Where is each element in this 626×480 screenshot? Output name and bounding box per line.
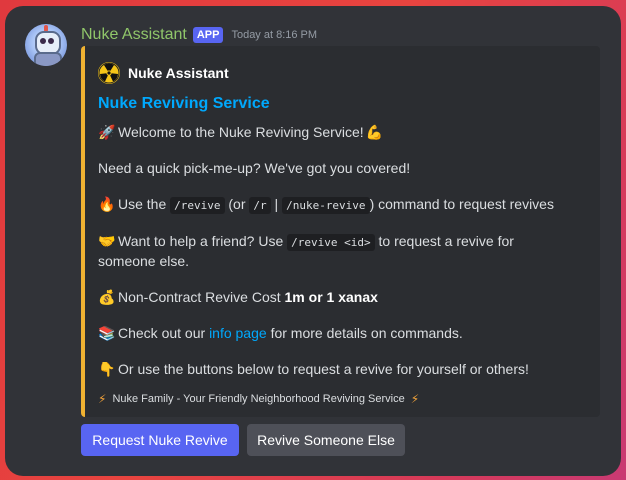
avatar-robot-body <box>34 52 62 66</box>
pointing-down-icon: 👇 <box>98 361 116 377</box>
lightning-icon: ⚡ <box>410 392 420 406</box>
info-suffix-text: for more details on commands. <box>270 325 463 341</box>
pickup-text: Need a quick pick-me-up? We've got you c… <box>98 160 411 176</box>
message-header: Nuke Assistant APP Today at 8:16 PM <box>81 24 317 46</box>
app-badge: APP <box>192 27 224 43</box>
pickup-line: Need a quick pick-me-up? We've got you c… <box>98 159 586 178</box>
buttons-hint-text: Or use the buttons below to request a re… <box>118 361 529 377</box>
use-suffix-text: ) command to request revives <box>369 196 554 212</box>
radioactive-icon <box>98 62 120 84</box>
pipe-separator: | <box>274 196 279 212</box>
books-icon: 📚 <box>98 325 116 341</box>
help-line: 🤝 Want to help a friend? Use /revive <id>… <box>98 232 573 271</box>
revive-command: /revive <box>170 197 225 214</box>
use-prefix-text: Use the <box>118 196 167 212</box>
info-line: 📚 Check out our info page for more detail… <box>98 324 586 343</box>
message-embed: Nuke Assistant Nuke Reviving Service 🚀 We… <box>81 46 600 417</box>
fire-icon: 🔥 <box>98 196 116 212</box>
info-prefix-text: Check out our <box>118 325 206 341</box>
cost-prefix-text: Non-Contract Revive Cost <box>118 289 281 305</box>
avatar-eye-left <box>40 38 46 44</box>
buttons-hint-line: 👇 Or use the buttons below to request a r… <box>98 360 586 379</box>
welcome-text: Welcome to the Nuke Reviving Service! <box>118 124 364 140</box>
footer-text: Nuke Family - Your Friendly Neighborhood… <box>112 393 405 405</box>
revive-id-command: /revive <id> <box>287 234 375 251</box>
lightning-icon: ⚡ <box>98 392 107 406</box>
message-timestamp[interactable]: Today at 8:16 PM <box>231 29 317 41</box>
use-or-text: (or <box>228 196 246 212</box>
rocket-icon: 🚀 <box>98 124 116 140</box>
r-command: /r <box>249 197 271 214</box>
flexed-biceps-icon: 💪 <box>365 124 384 140</box>
embed-title[interactable]: Nuke Reviving Service <box>98 94 586 113</box>
command-line: 🔥 Use the /revive (or /r | /nuke-revive) … <box>98 195 586 215</box>
discord-message-window: Nuke Assistant APP Today at 8:16 PM Nuke… <box>5 6 621 476</box>
handshake-icon: 🤝 <box>98 233 116 249</box>
avatar-eye-right <box>48 38 54 44</box>
bot-avatar[interactable] <box>25 24 67 66</box>
money-bag-icon: 💰 <box>98 289 116 305</box>
embed-footer: ⚡ Nuke Family - Your Friendly Neighborho… <box>98 390 586 409</box>
cost-line: 💰 Non-Contract Revive Cost 1m or 1 xanax <box>98 288 586 307</box>
nuke-revive-command: /nuke-revive <box>282 197 370 214</box>
help-prefix-text: Want to help a friend? Use <box>118 233 284 249</box>
info-page-link[interactable]: info page <box>209 325 267 341</box>
request-nuke-revive-button[interactable]: Request Nuke Revive <box>81 424 239 456</box>
revive-someone-else-button[interactable]: Revive Someone Else <box>247 424 405 456</box>
embed-author-name: Nuke Assistant <box>128 64 229 81</box>
author-name[interactable]: Nuke Assistant <box>81 26 187 44</box>
cost-value: 1m or 1 xanax <box>284 289 378 305</box>
welcome-line: 🚀 Welcome to the Nuke Reviving Service! 💪 <box>98 123 586 142</box>
embed-author: Nuke Assistant <box>98 60 586 86</box>
action-row: Request Nuke Revive Revive Someone Else <box>81 424 405 456</box>
